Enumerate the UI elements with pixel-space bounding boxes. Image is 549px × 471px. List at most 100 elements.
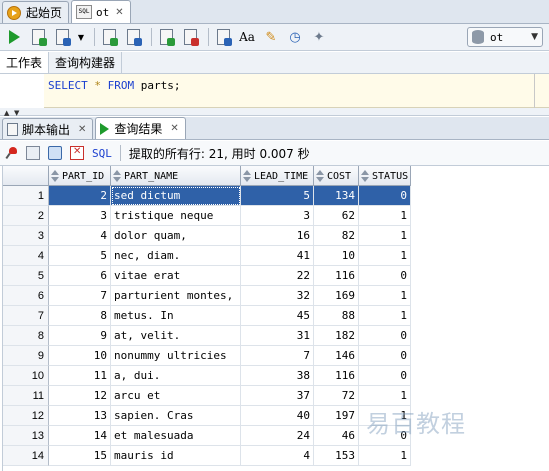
column-header-lead-time[interactable]: LEAD_TIME xyxy=(241,166,314,186)
cell-part-id[interactable]: 12 xyxy=(49,386,111,406)
cell-cost[interactable]: 182 xyxy=(314,326,359,346)
cell-cost[interactable]: 10 xyxy=(314,246,359,266)
cell-cost[interactable]: 146 xyxy=(314,346,359,366)
cell-part-name[interactable]: dolor quam, xyxy=(111,226,241,246)
format-case-icon[interactable]: Aa xyxy=(237,27,257,47)
sql-editor[interactable]: SELECT * FROM parts; xyxy=(0,74,549,108)
cell-lead-time[interactable]: 22 xyxy=(241,266,314,286)
table-row[interactable]: 2 3 tristique neque 3 62 1 xyxy=(3,206,411,226)
cell-part-id[interactable]: 15 xyxy=(49,446,111,466)
cell-part-name[interactable]: nec, diam. xyxy=(111,246,241,266)
table-row[interactable]: 14 15 mauris id 4 153 1 xyxy=(3,446,411,466)
cell-cost[interactable]: 88 xyxy=(314,306,359,326)
table-row[interactable]: 9 10 nonummy ultricies 7 146 0 xyxy=(3,346,411,366)
cell-part-id[interactable]: 11 xyxy=(49,366,111,386)
cell-cost[interactable]: 72 xyxy=(314,386,359,406)
cell-status[interactable]: 0 xyxy=(359,186,411,206)
cell-part-name[interactable]: sapien. Cras xyxy=(111,406,241,426)
cell-part-name[interactable]: metus. In xyxy=(111,306,241,326)
sql-tuning-button[interactable] xyxy=(213,27,233,47)
cell-part-id[interactable]: 13 xyxy=(49,406,111,426)
panel-splitter[interactable]: ▲ ▼ xyxy=(0,108,549,117)
column-header-status[interactable]: STATUS xyxy=(359,166,411,186)
column-header-part-name[interactable]: PART_NAME xyxy=(111,166,241,186)
cell-status[interactable]: 0 xyxy=(359,266,411,286)
cell-part-id[interactable]: 5 xyxy=(49,246,111,266)
cell-status[interactable]: 0 xyxy=(359,326,411,346)
cell-part-id[interactable]: 2 xyxy=(49,186,111,206)
connection-select[interactable]: ot ▼ xyxy=(467,27,543,47)
sql-button[interactable]: SQL xyxy=(92,147,112,160)
refresh-icon[interactable] xyxy=(48,146,62,160)
table-row[interactable]: 5 6 vitae erat 22 116 0 xyxy=(3,266,411,286)
table-row[interactable]: 4 5 nec, diam. 41 10 1 xyxy=(3,246,411,266)
cell-lead-time[interactable]: 31 xyxy=(241,326,314,346)
cell-part-name[interactable]: vitae erat xyxy=(111,266,241,286)
cell-cost[interactable]: 46 xyxy=(314,426,359,446)
print-icon[interactable] xyxy=(26,146,40,160)
close-icon[interactable]: ✕ xyxy=(170,123,178,134)
column-header-part-id[interactable]: PART_ID xyxy=(49,166,111,186)
delete-icon[interactable] xyxy=(70,146,84,160)
cell-part-name[interactable]: sed dictum xyxy=(111,186,241,206)
table-row[interactable]: 7 8 metus. In 45 88 1 xyxy=(3,306,411,326)
cell-part-name[interactable]: parturient montes, xyxy=(111,286,241,306)
cell-cost[interactable]: 116 xyxy=(314,366,359,386)
cell-lead-time[interactable]: 3 xyxy=(241,206,314,226)
dropdown-arrow-icon[interactable]: ▼ xyxy=(76,27,86,47)
cell-lead-time[interactable]: 5 xyxy=(241,186,314,206)
cell-lead-time[interactable]: 24 xyxy=(241,426,314,446)
cell-part-name[interactable]: nonummy ultricies xyxy=(111,346,241,366)
tab-query-builder[interactable]: 查询构建器 xyxy=(49,52,123,73)
cell-status[interactable]: 0 xyxy=(359,346,411,366)
cell-lead-time[interactable]: 32 xyxy=(241,286,314,306)
cell-status[interactable]: 1 xyxy=(359,206,411,226)
cell-status[interactable]: 1 xyxy=(359,386,411,406)
explain-plan-button[interactable] xyxy=(123,27,143,47)
cell-part-name[interactable]: arcu et xyxy=(111,386,241,406)
tab-query-result[interactable]: 查询结果 ✕ xyxy=(95,117,186,139)
autotrace-button[interactable] xyxy=(99,27,119,47)
cell-lead-time[interactable]: 38 xyxy=(241,366,314,386)
cell-part-name[interactable]: tristique neque xyxy=(111,206,241,226)
cell-lead-time[interactable]: 40 xyxy=(241,406,314,426)
cell-lead-time[interactable]: 4 xyxy=(241,446,314,466)
commit-dropdown-button[interactable] xyxy=(52,27,72,47)
tab-ot-worksheet[interactable]: SQL ot ✕ xyxy=(71,0,131,23)
close-icon[interactable]: ✕ xyxy=(115,7,123,18)
close-icon[interactable]: ✕ xyxy=(78,124,86,135)
cell-cost[interactable]: 169 xyxy=(314,286,359,306)
history-icon[interactable]: ◷ xyxy=(285,27,305,47)
cell-status[interactable]: 1 xyxy=(359,246,411,266)
cell-status[interactable]: 0 xyxy=(359,366,411,386)
cell-lead-time[interactable]: 7 xyxy=(241,346,314,366)
tab-worksheet[interactable]: 工作表 xyxy=(0,52,50,73)
cell-cost[interactable]: 62 xyxy=(314,206,359,226)
table-row[interactable]: 1 2 sed dictum 5 134 0 xyxy=(3,186,411,206)
rollback-button[interactable] xyxy=(180,27,200,47)
cell-part-id[interactable]: 9 xyxy=(49,326,111,346)
cell-part-name[interactable]: a, dui. xyxy=(111,366,241,386)
cell-part-id[interactable]: 4 xyxy=(49,226,111,246)
table-row[interactable]: 3 4 dolor quam, 16 82 1 xyxy=(3,226,411,246)
cell-lead-time[interactable]: 37 xyxy=(241,386,314,406)
cell-part-name[interactable]: at, velit. xyxy=(111,326,241,346)
tab-script-output[interactable]: 脚本输出 ✕ xyxy=(2,118,94,139)
cell-cost[interactable]: 134 xyxy=(314,186,359,206)
cell-part-id[interactable]: 6 xyxy=(49,266,111,286)
cell-status[interactable]: 1 xyxy=(359,306,411,326)
cell-lead-time[interactable]: 41 xyxy=(241,246,314,266)
table-row[interactable]: 6 7 parturient montes, 32 169 1 xyxy=(3,286,411,306)
column-header-cost[interactable]: COST xyxy=(314,166,359,186)
run-statement-button[interactable] xyxy=(4,27,24,47)
cell-part-id[interactable]: 3 xyxy=(49,206,111,226)
cell-cost[interactable]: 116 xyxy=(314,266,359,286)
table-row[interactable]: 13 14 et malesuada 24 46 0 xyxy=(3,426,411,446)
table-row[interactable]: 11 12 arcu et 37 72 1 xyxy=(3,386,411,406)
tab-start-page[interactable]: 起始页 xyxy=(2,1,70,23)
table-row[interactable]: 10 11 a, dui. 38 116 0 xyxy=(3,366,411,386)
cell-status[interactable]: 1 xyxy=(359,286,411,306)
cell-status[interactable]: 1 xyxy=(359,446,411,466)
table-row[interactable]: 12 13 sapien. Cras 40 197 1 xyxy=(3,406,411,426)
table-row[interactable]: 8 9 at, velit. 31 182 0 xyxy=(3,326,411,346)
